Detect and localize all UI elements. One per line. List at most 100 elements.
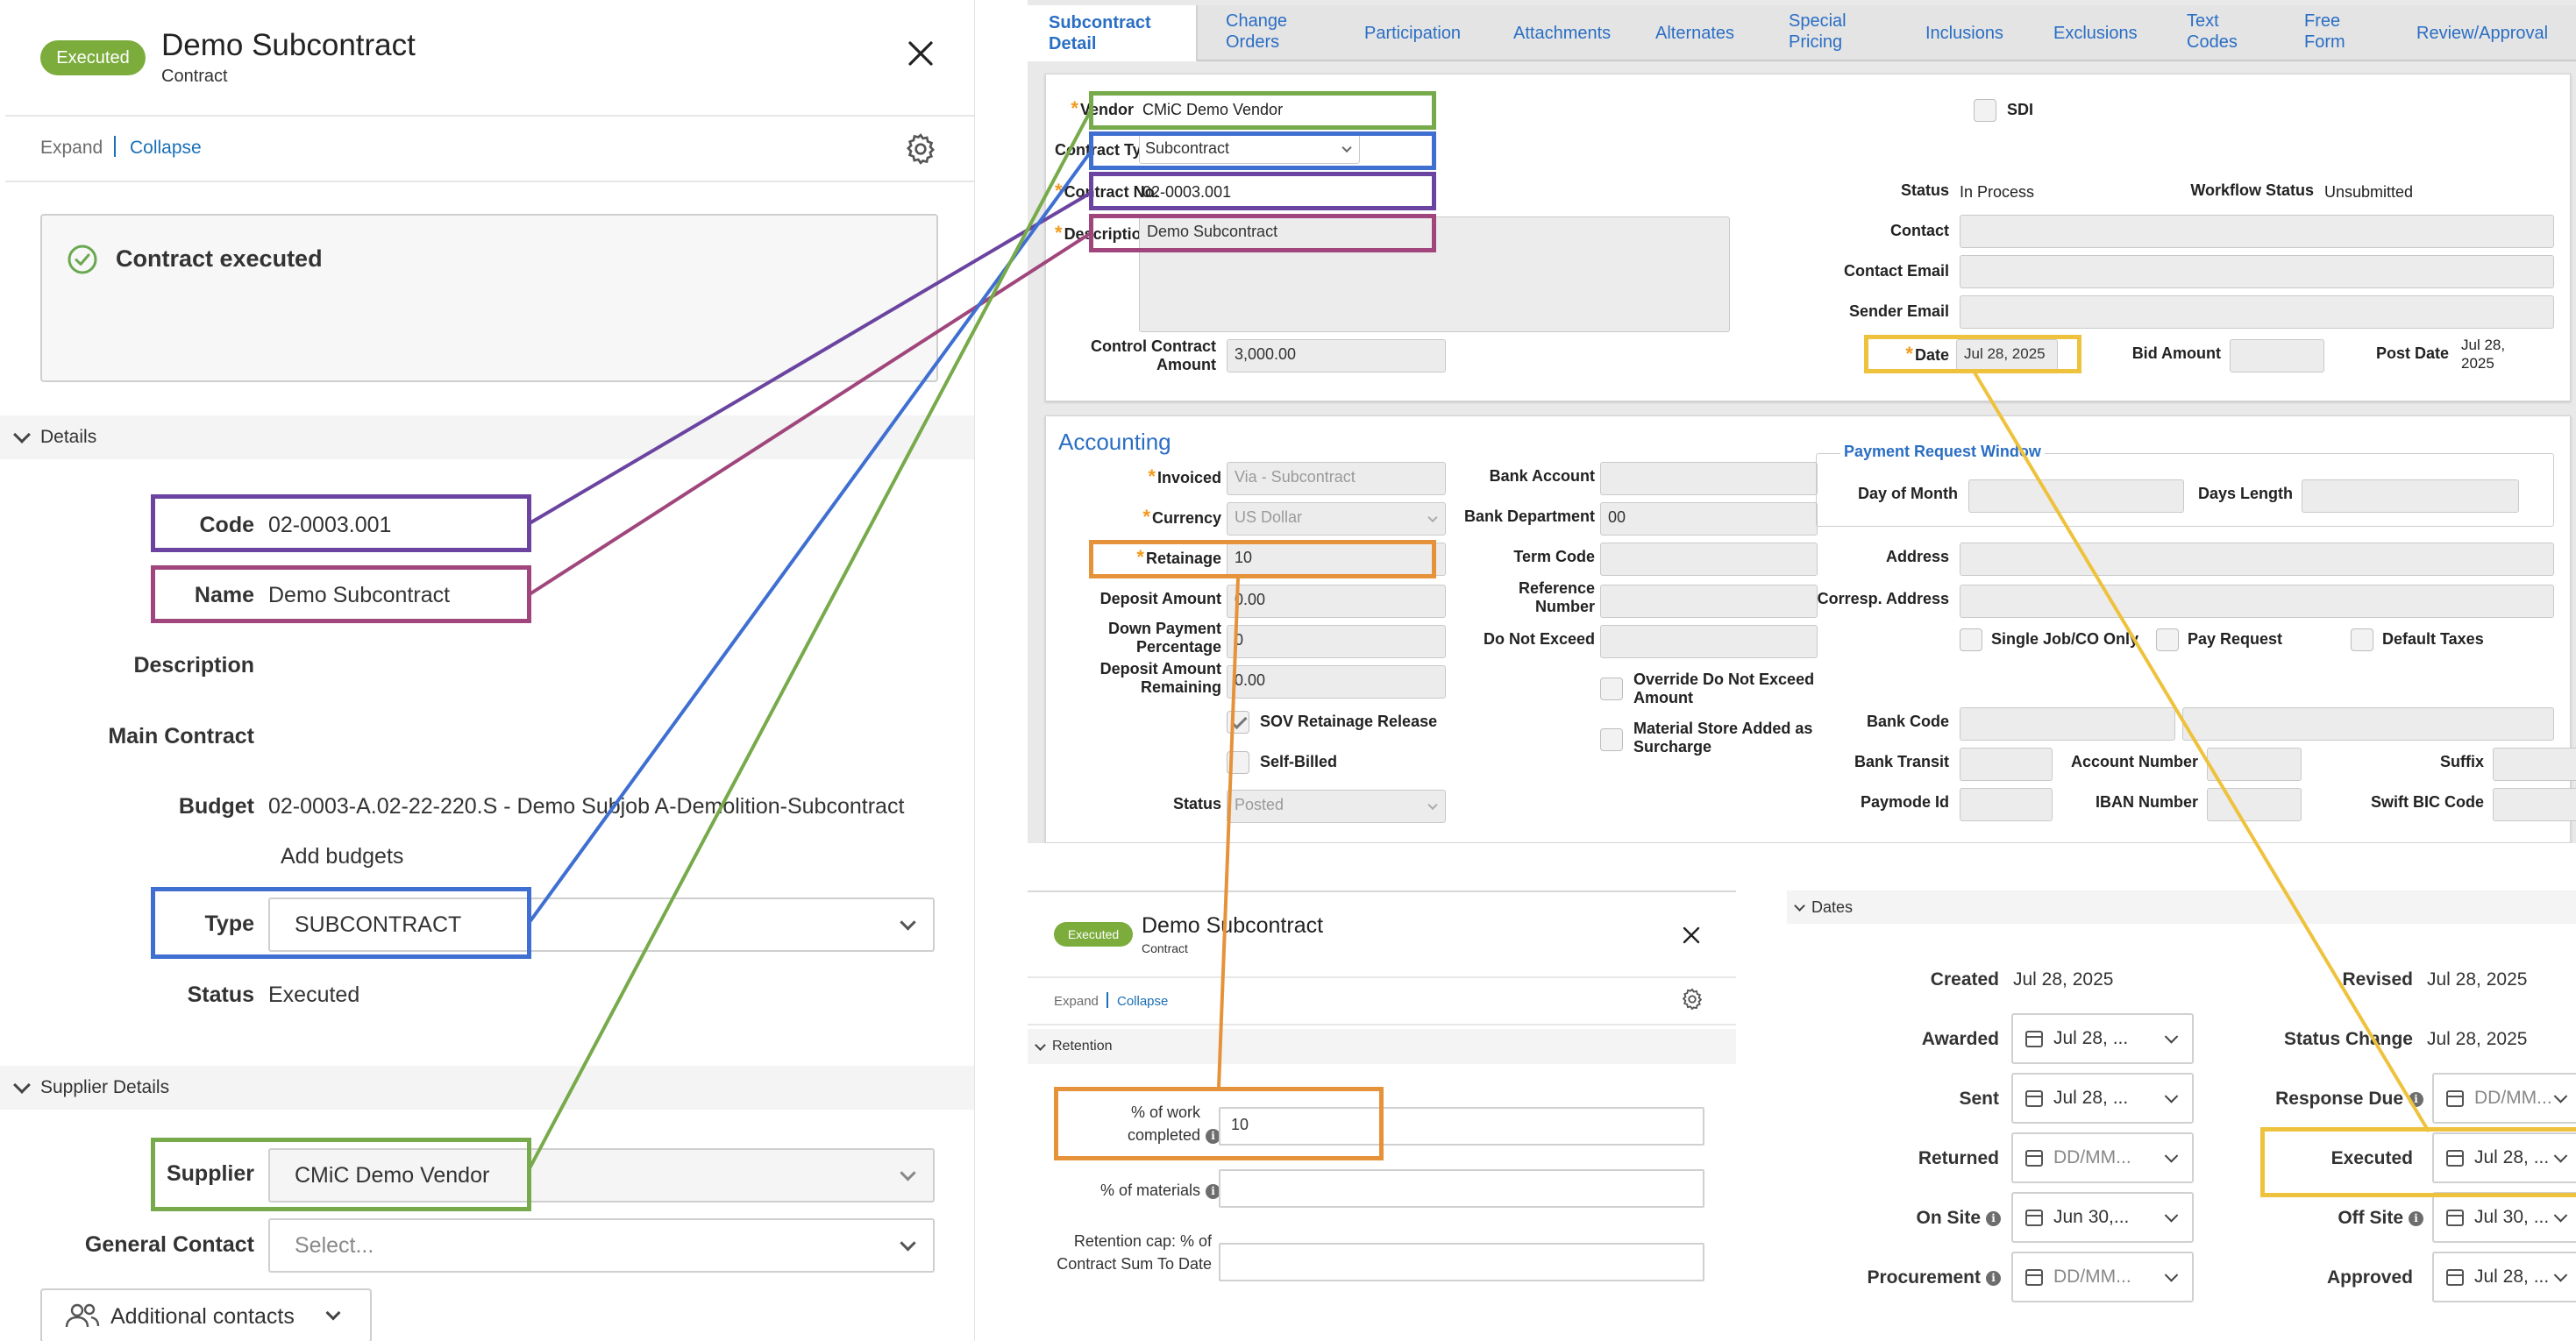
invoiced-input[interactable]: Via - Subcontract <box>1227 462 1446 495</box>
description-textarea[interactable]: Demo Subcontract <box>1139 216 1730 332</box>
collapse-link[interactable]: Collapse <box>130 138 202 159</box>
info-icon: i <box>1986 1210 2001 1226</box>
deposit-amount-input[interactable]: 0.00 <box>1227 585 1446 618</box>
expand-link[interactable]: Expand <box>1054 994 1099 1009</box>
tab-exclusions[interactable]: Exclusions <box>2053 23 2138 44</box>
expand-link[interactable]: Expand <box>40 138 103 159</box>
account-number-input[interactable] <box>2207 748 2302 781</box>
control-amount-label: Control Contract Amount <box>1091 337 1216 373</box>
awarded-date-picker[interactable]: Jul 28, ... <box>2011 1013 2194 1064</box>
tab-subcontract-detail[interactable]: Subcontract Detail <box>1028 5 1198 61</box>
tab-inclusions[interactable]: Inclusions <box>1925 23 2003 44</box>
contract-type-select[interactable]: Subcontract <box>1139 134 1360 164</box>
contact-email-input[interactable] <box>1960 255 2554 288</box>
self-billed-checkbox[interactable] <box>1227 751 1249 774</box>
supplier-section-header[interactable]: Supplier Details <box>0 1066 974 1110</box>
material-store-checkbox[interactable] <box>1600 728 1623 751</box>
approved-date-picker[interactable]: Jul 28, ... <box>2432 1252 2576 1302</box>
deposit-remaining-input[interactable]: 0.00 <box>1227 665 1446 699</box>
vendor-value: CMiC Demo Vendor <box>1142 101 1284 118</box>
tab-attachments[interactable]: Attachments <box>1513 23 1611 44</box>
bank-code-input[interactable] <box>1960 707 2175 741</box>
swift-input[interactable] <box>2493 788 2576 821</box>
bank-transit-input[interactable] <box>1960 748 2053 781</box>
general-contact-select[interactable]: Select... <box>268 1218 935 1273</box>
tab-participation[interactable]: Participation <box>1364 23 1461 44</box>
default-taxes-checkbox[interactable] <box>2351 628 2373 651</box>
tab-change-orders[interactable]: Change Orders <box>1226 11 1322 53</box>
materials-input[interactable] <box>1219 1169 1704 1208</box>
calendar-icon <box>2446 1149 2464 1167</box>
paymode-input[interactable] <box>1960 788 2053 821</box>
people-icon <box>65 1302 100 1333</box>
control-amount-input[interactable]: 3,000.00 <box>1227 339 1446 372</box>
do-not-exceed-input[interactable] <box>1600 625 1818 658</box>
tab-review-approval[interactable]: Review/Approval <box>2416 23 2548 44</box>
tab-free-form[interactable]: Free Form <box>2304 11 2366 53</box>
tab-special-pricing[interactable]: Special Pricing <box>1789 11 1876 53</box>
down-payment-input[interactable]: 0 <box>1227 625 1446 658</box>
alert-text: Contract executed <box>116 245 323 272</box>
accounting-title: Accounting <box>1058 429 1171 455</box>
revised-value: Jul 28, 2025 <box>2427 969 2528 990</box>
close-icon[interactable] <box>1682 926 1701 949</box>
bank-account-input[interactable] <box>1600 462 1818 495</box>
workflow-status-label: Workflow Status <box>2190 181 2314 199</box>
sender-email-input[interactable] <box>1960 295 2554 329</box>
single-job-checkbox[interactable] <box>1960 628 1982 651</box>
executed-label: Executed <box>2330 1148 2413 1168</box>
day-of-month-input[interactable] <box>1968 479 2184 513</box>
retainage-input[interactable]: 10 <box>1227 543 1446 576</box>
reference-number-input[interactable] <box>1600 585 1818 618</box>
corresp-address-input[interactable] <box>1960 585 2554 618</box>
collapse-link[interactable]: Collapse <box>1117 994 1168 1009</box>
procore-contract-panel: Executed Demo Subcontract Contract Expan… <box>0 0 975 1341</box>
days-length-input[interactable] <box>2302 479 2519 513</box>
off-site-date-picker[interactable]: Jul 30, ... <box>2432 1192 2576 1243</box>
pay-request-checkbox[interactable] <box>2156 628 2179 651</box>
approved-label: Approved <box>2326 1267 2413 1288</box>
type-select[interactable]: SUBCONTRACT <box>268 898 935 952</box>
gear-icon[interactable] <box>903 131 938 171</box>
gear-icon[interactable] <box>1680 987 1704 1016</box>
calendar-icon <box>2025 1268 2043 1286</box>
bid-amount-input[interactable] <box>2230 339 2324 372</box>
date-input[interactable]: Jul 28, 2025 <box>1956 339 2058 372</box>
work-completed-input[interactable]: 10 <box>1219 1107 1704 1146</box>
bank-department-input[interactable]: 00 <box>1600 502 1818 536</box>
currency-select[interactable]: US Dollar <box>1227 502 1446 536</box>
override-checkbox[interactable] <box>1600 678 1623 700</box>
sent-date-picker[interactable]: Jul 28, ... <box>2011 1073 2194 1124</box>
close-icon[interactable] <box>903 39 938 74</box>
additional-contacts-button[interactable]: Additional contacts <box>40 1288 372 1341</box>
retention-cap-input[interactable] <box>1219 1243 1704 1281</box>
add-budgets-link[interactable]: Add budgets <box>281 844 403 869</box>
term-code-input[interactable] <box>1600 543 1818 576</box>
response-due-date-picker[interactable]: DD/MM... <box>2432 1073 2576 1124</box>
details-section-header[interactable]: Details <box>0 415 974 459</box>
budget-link[interactable]: 02-0003-A.02-22-220.S - Demo Subjob A-De… <box>268 794 904 820</box>
status2-label: Status <box>1172 795 1221 812</box>
contact-input[interactable] <box>1960 215 2554 248</box>
chevron-down-icon <box>2553 1149 2568 1163</box>
status-change-value: Jul 28, 2025 <box>2427 1029 2528 1049</box>
cmic-subcontract-panel: Subcontract Detail Change Orders Partici… <box>1028 0 2576 843</box>
tab-alternates[interactable]: Alternates <box>1655 23 1734 44</box>
tab-text-codes[interactable]: Text Codes <box>2187 11 2248 53</box>
iban-input[interactable] <box>2207 788 2302 821</box>
dates-section-header[interactable]: Dates <box>1787 890 2576 924</box>
sov-retainage-checkbox[interactable] <box>1227 711 1249 734</box>
procurement-label: Procurement i <box>1787 1267 2001 1288</box>
address-input[interactable] <box>1960 543 2554 576</box>
suffix-input[interactable] <box>2493 748 2576 781</box>
name-label: Name <box>194 583 254 607</box>
sdi-checkbox[interactable] <box>1974 99 1996 122</box>
status2-select[interactable]: Posted <box>1227 790 1446 823</box>
supplier-select[interactable]: CMiC Demo Vendor <box>268 1148 935 1203</box>
invoiced-label: * Invoiced <box>1148 465 1221 487</box>
returned-date-picker[interactable]: DD/MM... <box>2011 1132 2194 1183</box>
executed-date-picker[interactable]: Jul 28, ... <box>2432 1132 2576 1183</box>
on-site-date-picker[interactable]: Jun 30,... <box>2011 1192 2194 1243</box>
procurement-date-picker[interactable]: DD/MM... <box>2011 1252 2194 1302</box>
retention-section-header[interactable]: Retention <box>1028 1029 1736 1064</box>
